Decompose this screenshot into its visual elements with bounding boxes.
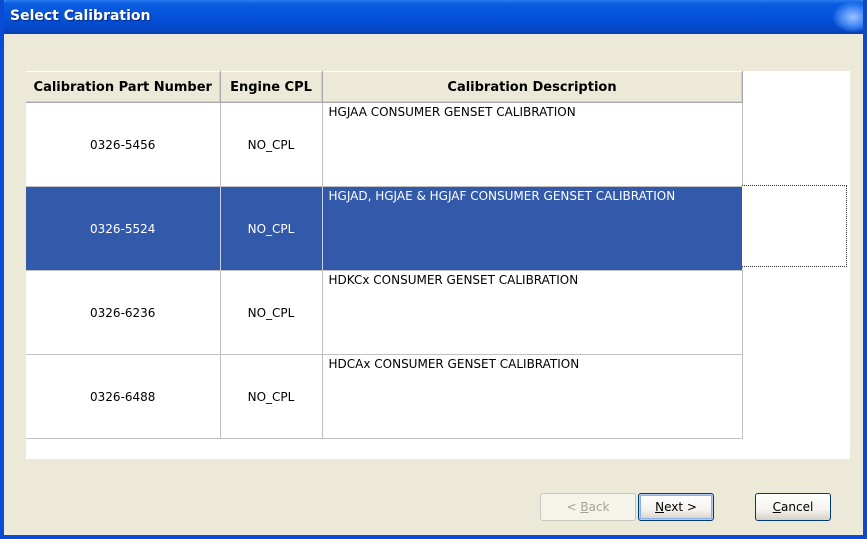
calibration-grid[interactable]: Calibration Part Number Engine CPL Calib… <box>26 71 850 459</box>
table-header-row: Calibration Part Number Engine CPL Calib… <box>26 71 743 103</box>
back-button-prefix: < <box>566 500 581 514</box>
column-header-description[interactable]: Calibration Description <box>322 71 743 103</box>
cell-engine-cpl: NO_CPL <box>220 186 323 271</box>
cancel-button-label: ancel <box>781 500 814 514</box>
calibration-dialog: Select Calibration Calibration Part Numb… <box>0 0 867 539</box>
next-button-accelerator: N <box>655 500 665 514</box>
cancel-button-accelerator: C <box>772 500 782 514</box>
column-header-engine-cpl[interactable]: Engine CPL <box>220 71 323 103</box>
cell-part-number: 0326-5456 <box>26 102 221 187</box>
back-button[interactable]: < Back <box>540 493 636 521</box>
cell-description: HDKCx CONSUMER GENSET CALIBRATION <box>322 270 743 355</box>
table-row[interactable]: 0326-6488 NO_CPL HDCAx CONSUMER GENSET C… <box>26 354 743 439</box>
cell-part-number: 0326-6488 <box>26 354 221 439</box>
cancel-button[interactable]: Cancel <box>755 493 831 521</box>
close-button-glow <box>833 2 863 32</box>
next-button-label: ext > <box>664 500 697 514</box>
table-row[interactable]: 0326-6236 NO_CPL HDKCx CONSUMER GENSET C… <box>26 270 743 355</box>
back-button-label: ack <box>588 500 610 514</box>
table-row-selected[interactable]: 0326-5524 NO_CPL HGJAD, HGJAE & HGJAF CO… <box>26 186 743 271</box>
cell-engine-cpl: NO_CPL <box>220 102 323 187</box>
cell-engine-cpl: NO_CPL <box>220 354 323 439</box>
cell-description: HGJAD, HGJAE & HGJAF CONSUMER GENSET CAL… <box>322 186 743 271</box>
title-bar[interactable]: Select Calibration <box>4 0 863 34</box>
cell-part-number: 0326-6236 <box>26 270 221 355</box>
cell-description: HDCAx CONSUMER GENSET CALIBRATION <box>322 354 743 439</box>
column-header-part-number[interactable]: Calibration Part Number <box>26 71 221 103</box>
selected-row-focus-extension[interactable] <box>742 185 847 267</box>
table-row[interactable]: 0326-5456 NO_CPL HGJAA CONSUMER GENSET C… <box>26 102 743 187</box>
window-title: Select Calibration <box>10 8 151 24</box>
back-button-accelerator: B <box>580 500 589 514</box>
calibration-table: Calibration Part Number Engine CPL Calib… <box>26 71 743 439</box>
next-button[interactable]: Next > <box>638 493 714 521</box>
cell-description: HGJAA CONSUMER GENSET CALIBRATION <box>322 102 743 187</box>
cell-engine-cpl: NO_CPL <box>220 270 323 355</box>
cell-part-number: 0326-5524 <box>26 186 221 271</box>
